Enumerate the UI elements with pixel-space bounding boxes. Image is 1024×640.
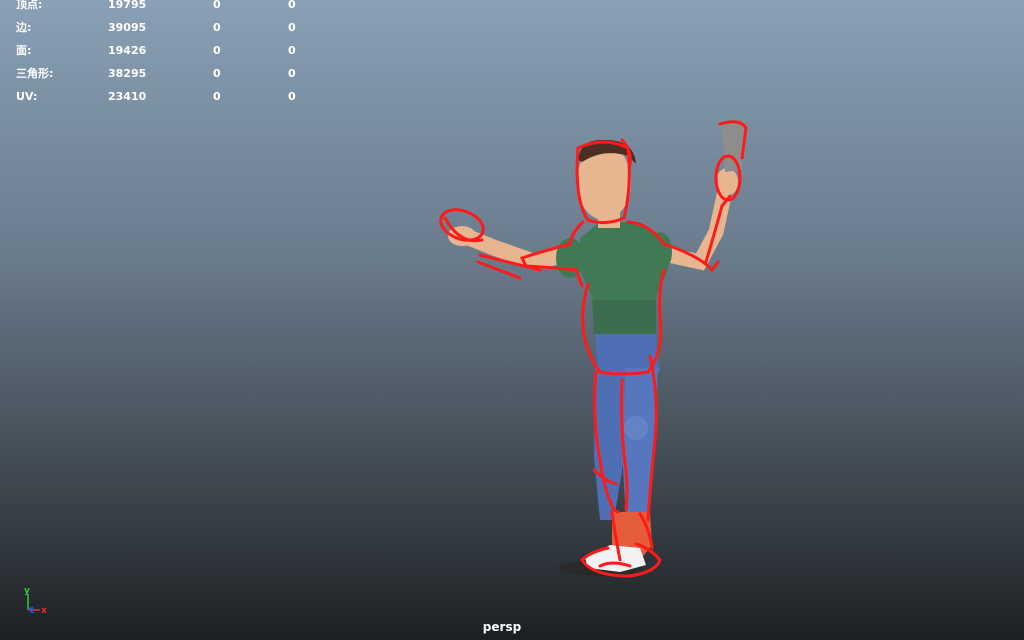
shirt <box>556 222 672 334</box>
z-axis-label: z <box>30 606 35 615</box>
x-axis-label: x <box>41 606 47 616</box>
y-axis-label: y <box>24 586 30 596</box>
camera-name-label: persp <box>482 620 522 634</box>
scene-character[interactable] <box>0 0 1024 640</box>
view-axis-indicator: y x z <box>24 586 47 616</box>
viewport-persp[interactable]: 顶点: 19795 0 0 边: 39095 0 0 面: 19426 0 0 … <box>0 0 1024 640</box>
left-arm <box>448 226 583 271</box>
